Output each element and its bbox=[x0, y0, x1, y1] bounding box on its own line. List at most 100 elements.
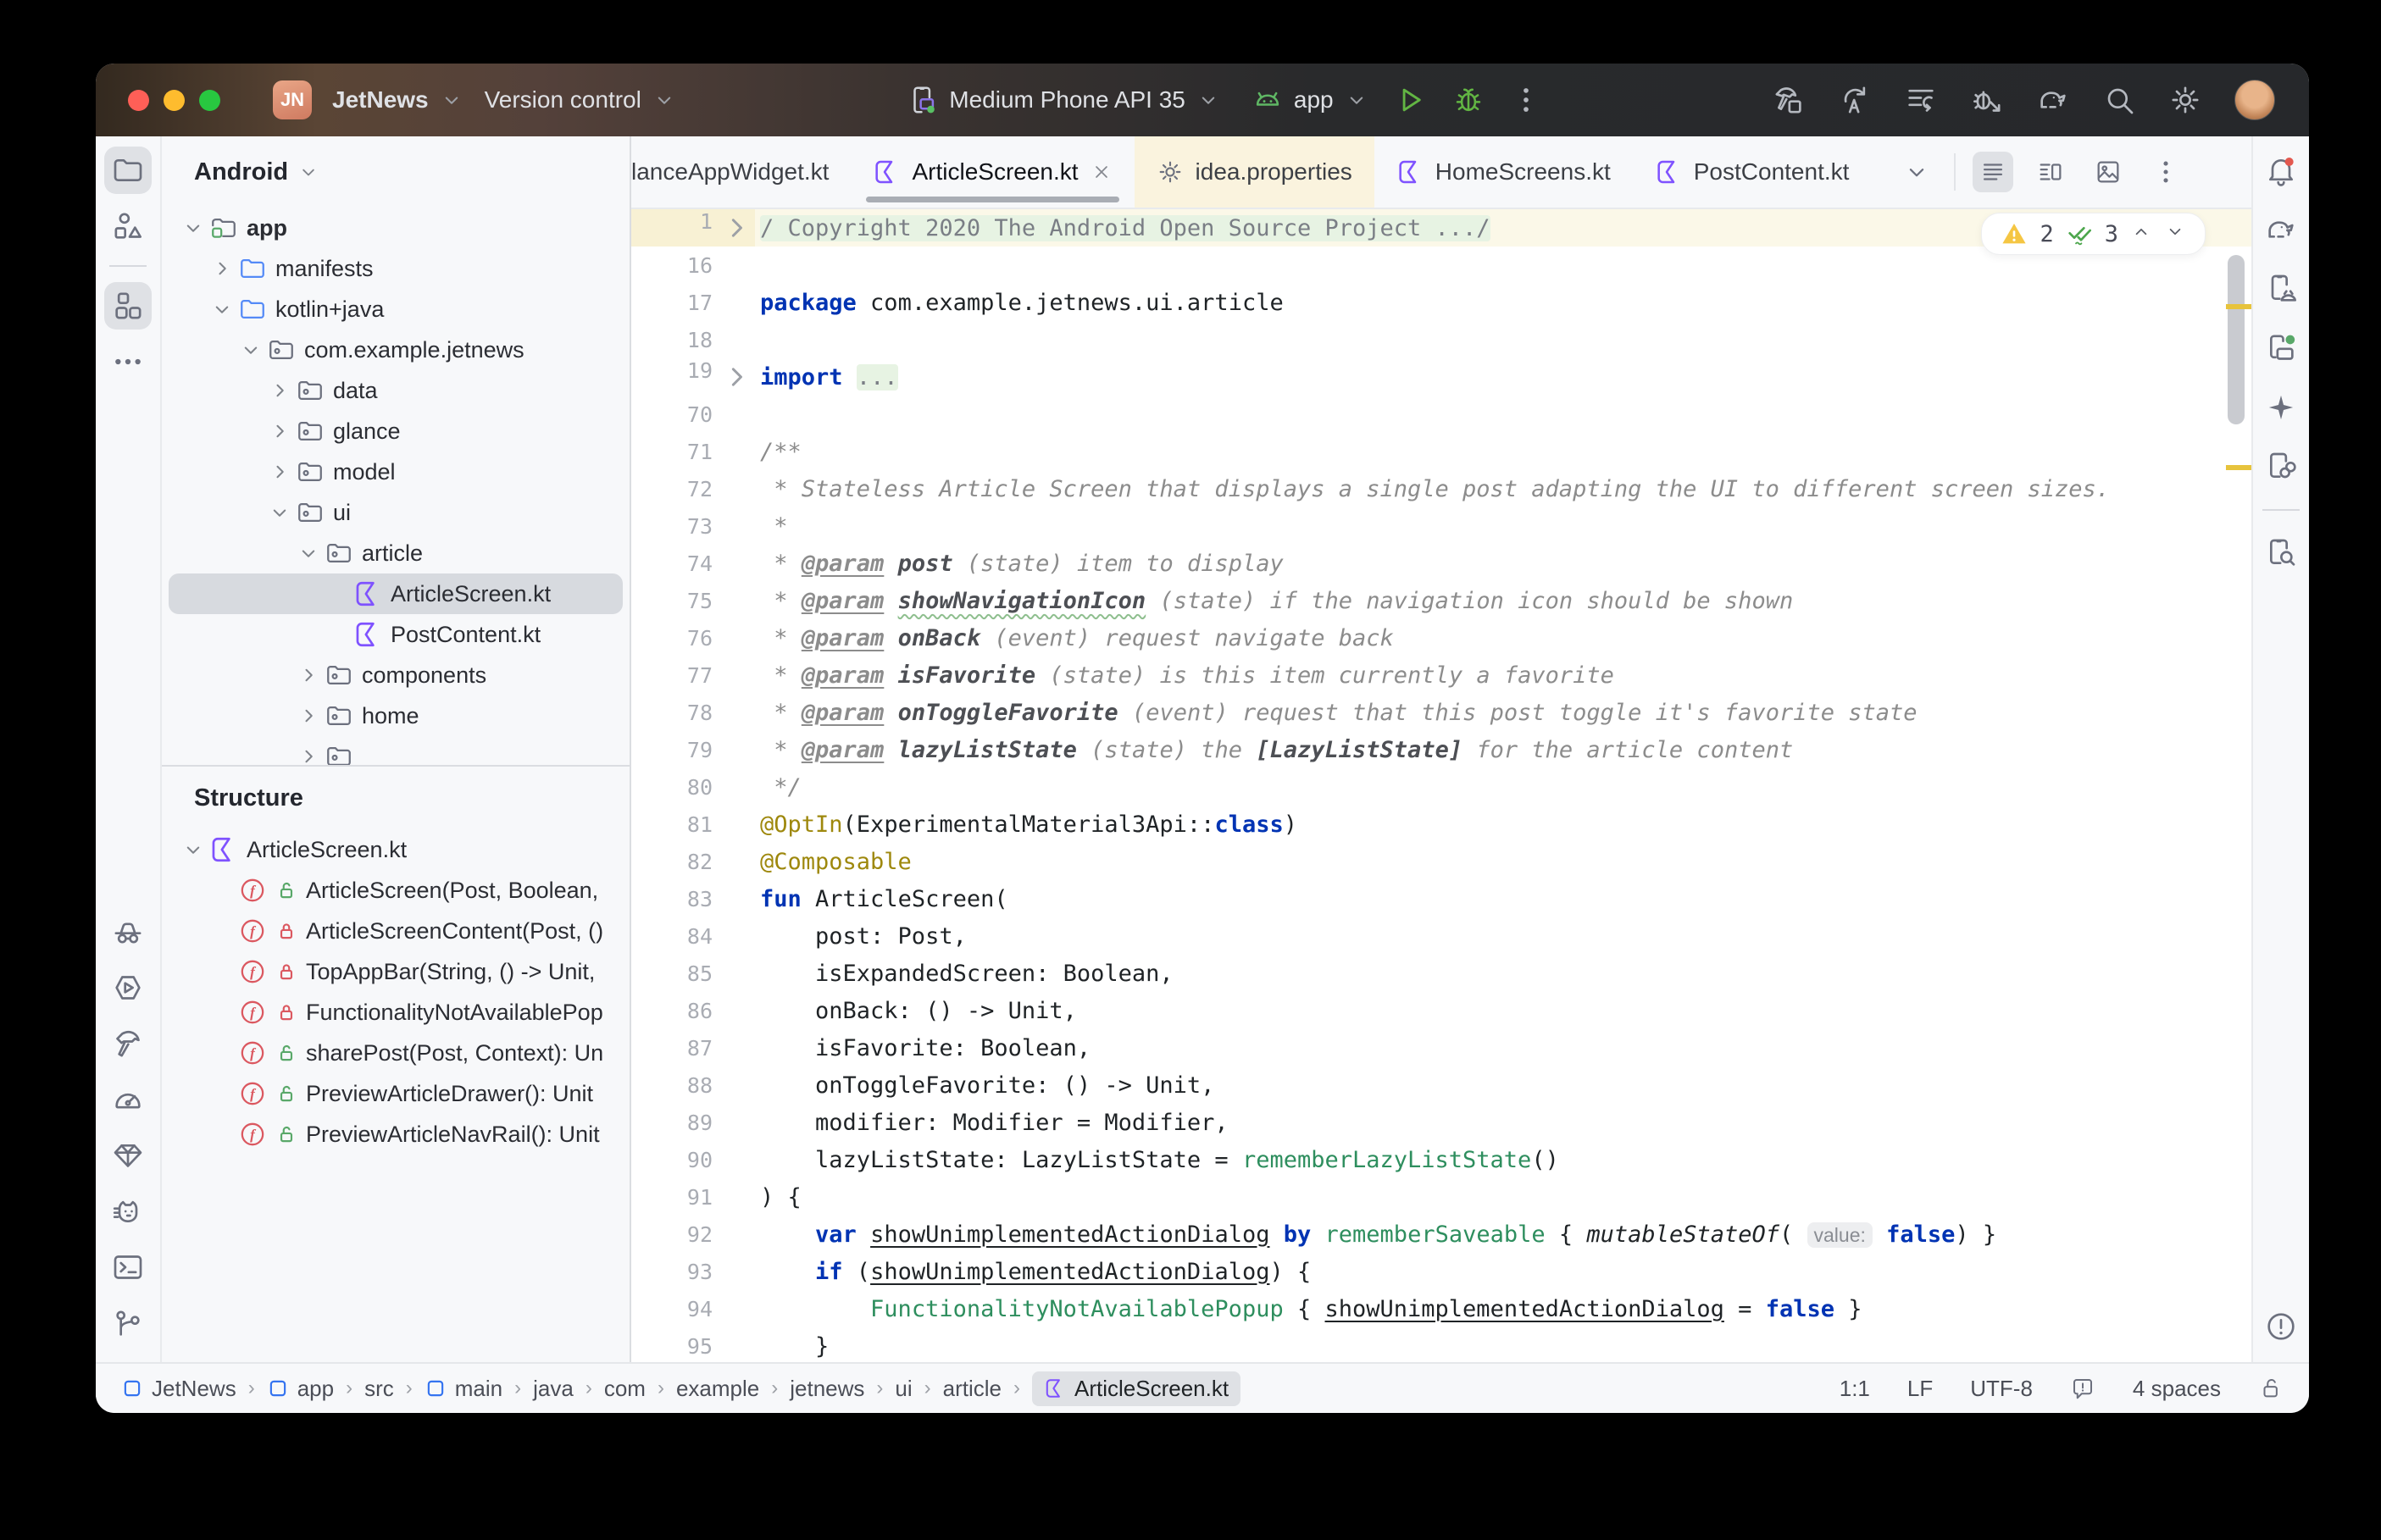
code-line-83[interactable]: 83 fun ArticleScreen( bbox=[631, 880, 2251, 917]
project-tree-item-components[interactable]: components bbox=[169, 655, 623, 695]
scrollbar-warning-mark[interactable] bbox=[2226, 304, 2251, 309]
breadcrumb-main[interactable]: main bbox=[425, 1376, 502, 1402]
fold-region-icon[interactable] bbox=[718, 209, 755, 247]
file-encoding[interactable]: UTF-8 bbox=[1970, 1376, 2033, 1402]
editor-view-list-icon[interactable] bbox=[1973, 152, 2014, 192]
project-tree-item-app[interactable]: app bbox=[169, 208, 623, 248]
scrollbar-warning-mark[interactable] bbox=[2226, 465, 2251, 470]
code-line-19[interactable]: 19 import ... bbox=[631, 358, 2251, 396]
code-line-93[interactable]: 93 if (showUnimplementedActionDialog) { bbox=[631, 1253, 2251, 1290]
code-line-78[interactable]: 78 * @param onToggleFavorite (event) req… bbox=[631, 694, 2251, 731]
code-line-81[interactable]: 81 @OptIn(ExperimentalMaterial3Api::class… bbox=[631, 806, 2251, 843]
tree-chevron-icon[interactable] bbox=[296, 662, 321, 688]
code-line-87[interactable]: 87 isFavorite: Boolean, bbox=[631, 1029, 2251, 1066]
project-tree-item-article[interactable]: article bbox=[169, 533, 623, 573]
next-problem-chevron-icon[interactable] bbox=[2164, 220, 2186, 247]
run-button[interactable] bbox=[1395, 84, 1427, 116]
write-access-unlock-icon[interactable] bbox=[2258, 1376, 2284, 1401]
tree-chevron-icon[interactable] bbox=[209, 256, 235, 281]
minimize-window-button[interactable] bbox=[164, 89, 185, 111]
tree-chevron-icon[interactable] bbox=[180, 837, 206, 862]
feedback-icon[interactable] bbox=[2070, 1376, 2095, 1401]
running-devices-icon[interactable] bbox=[2257, 324, 2305, 372]
app-inspection-icon[interactable] bbox=[104, 908, 152, 956]
line-separator[interactable]: LF bbox=[1907, 1376, 1933, 1402]
search-everywhere-icon[interactable] bbox=[2102, 83, 2136, 117]
code-line-95[interactable]: 95 } bbox=[631, 1327, 2251, 1362]
resource-manager-icon[interactable] bbox=[104, 202, 152, 250]
code-line-80[interactable]: 80 */ bbox=[631, 768, 2251, 806]
code-line-89[interactable]: 89 modifier: Modifier = Modifier, bbox=[631, 1104, 2251, 1141]
profiler-lines-icon[interactable] bbox=[1904, 83, 1938, 117]
code-line-77[interactable]: 77 * @param isFavorite (state) is this i… bbox=[631, 656, 2251, 694]
project-tree-item-postcontent-kt[interactable]: PostContent.kt bbox=[169, 614, 623, 655]
code-line-17[interactable]: 17 package com.example.jetnews.ui.article bbox=[631, 284, 2251, 321]
more-tool-windows-icon[interactable] bbox=[104, 338, 152, 385]
structure-tree-item-previewarticledrawer-unit[interactable]: f PreviewArticleDrawer(): Unit bbox=[169, 1073, 623, 1114]
breadcrumb-article[interactable]: article bbox=[943, 1376, 1002, 1402]
tree-chevron-icon[interactable] bbox=[267, 500, 292, 525]
tab-idea-properties[interactable]: idea.properties bbox=[1134, 136, 1374, 208]
code-line-88[interactable]: 88 onToggleFavorite: () -> Unit, bbox=[631, 1066, 2251, 1104]
structure-tree-item-topappbar-string-unit-[interactable]: f TopAppBar(String, () -> Unit, bbox=[169, 951, 623, 992]
code-line-79[interactable]: 79 * @param lazyListState (state) the [L… bbox=[631, 731, 2251, 768]
gemini-icon[interactable] bbox=[2257, 384, 2305, 431]
tree-chevron-icon[interactable] bbox=[180, 215, 206, 241]
tree-chevron-icon[interactable] bbox=[267, 459, 292, 485]
profiler-tool-icon[interactable] bbox=[104, 1076, 152, 1123]
hidden-tabs-chevron-icon[interactable] bbox=[1896, 152, 1937, 192]
fold-region-icon[interactable] bbox=[718, 358, 755, 396]
user-avatar[interactable] bbox=[2234, 80, 2275, 120]
gradle-sync-icon[interactable] bbox=[2036, 83, 2070, 117]
code-line-91[interactable]: 91) { bbox=[631, 1178, 2251, 1216]
tab-lanceappwidget-kt[interactable]: lanceAppWidget.kt bbox=[631, 136, 851, 208]
device-selector[interactable]: Medium Phone API 35 bbox=[907, 84, 1221, 116]
breadcrumb-com[interactable]: com bbox=[604, 1376, 646, 1402]
structure-tree-item-sharepost-post-context-un[interactable]: f sharePost(Post, Context): Un bbox=[169, 1033, 623, 1073]
structure-tree-item-functionalitynotavailablepop[interactable]: f FunctionalityNotAvailablePop bbox=[169, 992, 623, 1033]
project-tree-item[interactable] bbox=[169, 736, 623, 765]
device-explorer-icon[interactable] bbox=[2257, 529, 2305, 577]
code-line-90[interactable]: 90 lazyListState: LazyListState = rememb… bbox=[631, 1141, 2251, 1178]
tree-chevron-icon[interactable] bbox=[209, 296, 235, 322]
code-line-74[interactable]: 74 * @param post (state) item to display bbox=[631, 545, 2251, 582]
tree-chevron-icon[interactable] bbox=[267, 418, 292, 444]
code-line-72[interactable]: 72 * Stateless Article Screen that displ… bbox=[631, 470, 2251, 507]
project-view-selector[interactable]: Android bbox=[162, 136, 630, 208]
structure-tree-item-articlescreen-kt[interactable]: ArticleScreen.kt bbox=[169, 829, 623, 870]
project-tree-item-com-example-jetnews[interactable]: com.example.jetnews bbox=[169, 330, 623, 370]
project-tree-item-manifests[interactable]: manifests bbox=[169, 248, 623, 289]
structure-tree-item-articlescreen-post-boolean-[interactable]: f ArticleScreen(Post, Boolean, bbox=[169, 870, 623, 911]
project-tree-item-data[interactable]: data bbox=[169, 370, 623, 411]
caret-position[interactable]: 1:1 bbox=[1840, 1376, 1870, 1402]
breadcrumb-jetnews[interactable]: jetnews bbox=[790, 1376, 864, 1402]
inspection-widget[interactable]: 2 3 bbox=[1981, 213, 2206, 255]
code-line-76[interactable]: 76 * @param onBack (event) request navig… bbox=[631, 619, 2251, 656]
project-tree-item-kotlin-java[interactable]: kotlin+java bbox=[169, 289, 623, 330]
project-tool-icon[interactable] bbox=[104, 147, 152, 194]
terminal-icon[interactable] bbox=[104, 1244, 152, 1291]
attach-debugger-icon[interactable] bbox=[1970, 83, 2004, 117]
breadcrumb-jetnews[interactable]: JetNews bbox=[121, 1376, 236, 1402]
editor-view-split-icon[interactable] bbox=[2030, 152, 2071, 192]
project-tree-item-home[interactable]: home bbox=[169, 695, 623, 736]
editor-view-preview-icon[interactable] bbox=[2088, 152, 2128, 192]
breadcrumb-app[interactable]: app bbox=[267, 1376, 334, 1402]
tab-articlescreen-kt[interactable]: ArticleScreen.kt bbox=[851, 136, 1134, 208]
debug-button[interactable] bbox=[1452, 84, 1485, 116]
vcs-widget[interactable]: Version control bbox=[485, 86, 677, 114]
gradle-icon[interactable] bbox=[2257, 206, 2305, 253]
tree-chevron-icon[interactable] bbox=[267, 378, 292, 403]
close-tab-icon[interactable] bbox=[1091, 161, 1113, 183]
code-line-85[interactable]: 85 isExpandedScreen: Boolean, bbox=[631, 955, 2251, 992]
editor-scrollbar[interactable] bbox=[2228, 255, 2245, 424]
breadcrumb-src[interactable]: src bbox=[364, 1376, 394, 1402]
tree-chevron-icon[interactable] bbox=[238, 337, 264, 363]
code-editor[interactable]: 1 / Copyright 2020 The Android Open Sourc… bbox=[631, 209, 2251, 1362]
structure-tool-icon[interactable] bbox=[104, 282, 152, 330]
breadcrumb-example[interactable]: example bbox=[676, 1376, 759, 1402]
project-tree-item-ui[interactable]: ui bbox=[169, 492, 623, 533]
breadcrumb-ui[interactable]: ui bbox=[895, 1376, 912, 1402]
app-quality-insights-icon[interactable] bbox=[104, 1132, 152, 1179]
project-tree-item-glance[interactable]: glance bbox=[169, 411, 623, 451]
